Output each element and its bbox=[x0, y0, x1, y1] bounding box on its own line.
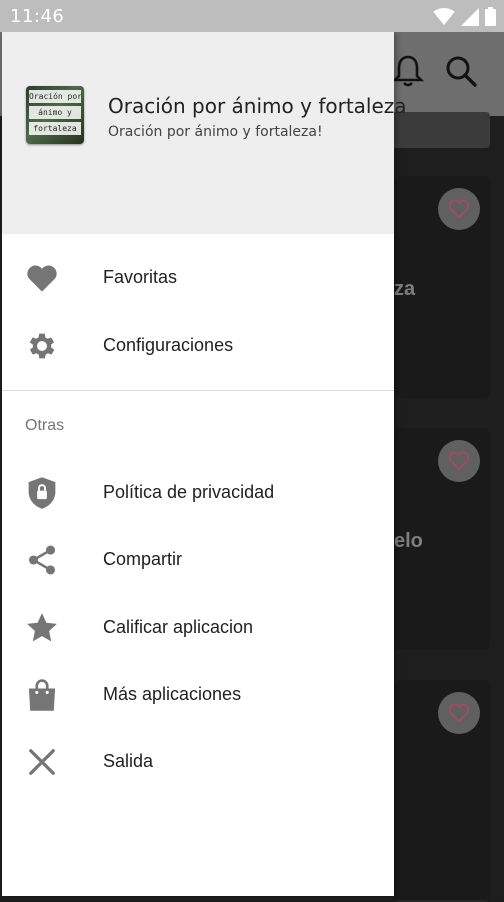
gear-icon bbox=[24, 328, 60, 364]
menu-item-compartir[interactable]: Compartir bbox=[2, 528, 394, 590]
menu-item-label: Salida bbox=[103, 750, 154, 771]
section-header-otras: Otras bbox=[25, 417, 65, 434]
menu-item-favoritas[interactable]: Favoritas bbox=[2, 246, 394, 308]
star-icon bbox=[24, 610, 60, 646]
menu-item-label: Más aplicaciones bbox=[103, 683, 242, 704]
shopping-bag-icon bbox=[24, 677, 60, 713]
menu-item-mas-aplicaciones[interactable]: Más aplicaciones bbox=[2, 663, 394, 725]
app-icon-text: ánimo y bbox=[29, 106, 81, 119]
close-icon bbox=[24, 744, 60, 780]
menu-item-label: Configuraciones bbox=[103, 334, 234, 355]
cell-signal-icon bbox=[461, 7, 479, 31]
share-icon bbox=[24, 542, 60, 578]
status-time: 11:46 bbox=[10, 6, 65, 27]
battery-icon bbox=[485, 7, 496, 31]
menu-item-configuraciones[interactable]: Configuraciones bbox=[2, 314, 394, 376]
menu-item-salida[interactable]: Salida bbox=[2, 730, 394, 792]
heart-icon bbox=[24, 260, 60, 296]
drawer-header: Oración por ánimo y fortaleza Oración po… bbox=[2, 32, 407, 234]
app-icon: Oración por ánimo y fortaleza bbox=[26, 86, 84, 144]
menu-item-label: Compartir bbox=[103, 548, 183, 569]
status-bar: 11:46 bbox=[0, 0, 504, 32]
drawer-divider bbox=[2, 390, 394, 391]
menu-item-label: Favoritas bbox=[103, 266, 178, 287]
menu-item-label: Política de privacidad bbox=[103, 481, 275, 502]
shield-lock-icon bbox=[24, 475, 60, 511]
app-icon-text: fortaleza bbox=[29, 122, 81, 135]
app-subtitle: Oración por ánimo y fortaleza! bbox=[108, 124, 323, 140]
app-icon-text: Oración por bbox=[29, 90, 81, 103]
navigation-drawer: Oración por ánimo y fortaleza Oración po… bbox=[2, 32, 407, 896]
menu-item-calificar[interactable]: Calificar aplicacion bbox=[2, 596, 394, 658]
menu-item-politica-privacidad[interactable]: Política de privacidad bbox=[2, 461, 394, 523]
wifi-icon bbox=[433, 7, 455, 31]
app-title: Oración por ánimo y fortaleza bbox=[108, 94, 407, 118]
menu-item-label: Calificar aplicacion bbox=[103, 616, 254, 637]
